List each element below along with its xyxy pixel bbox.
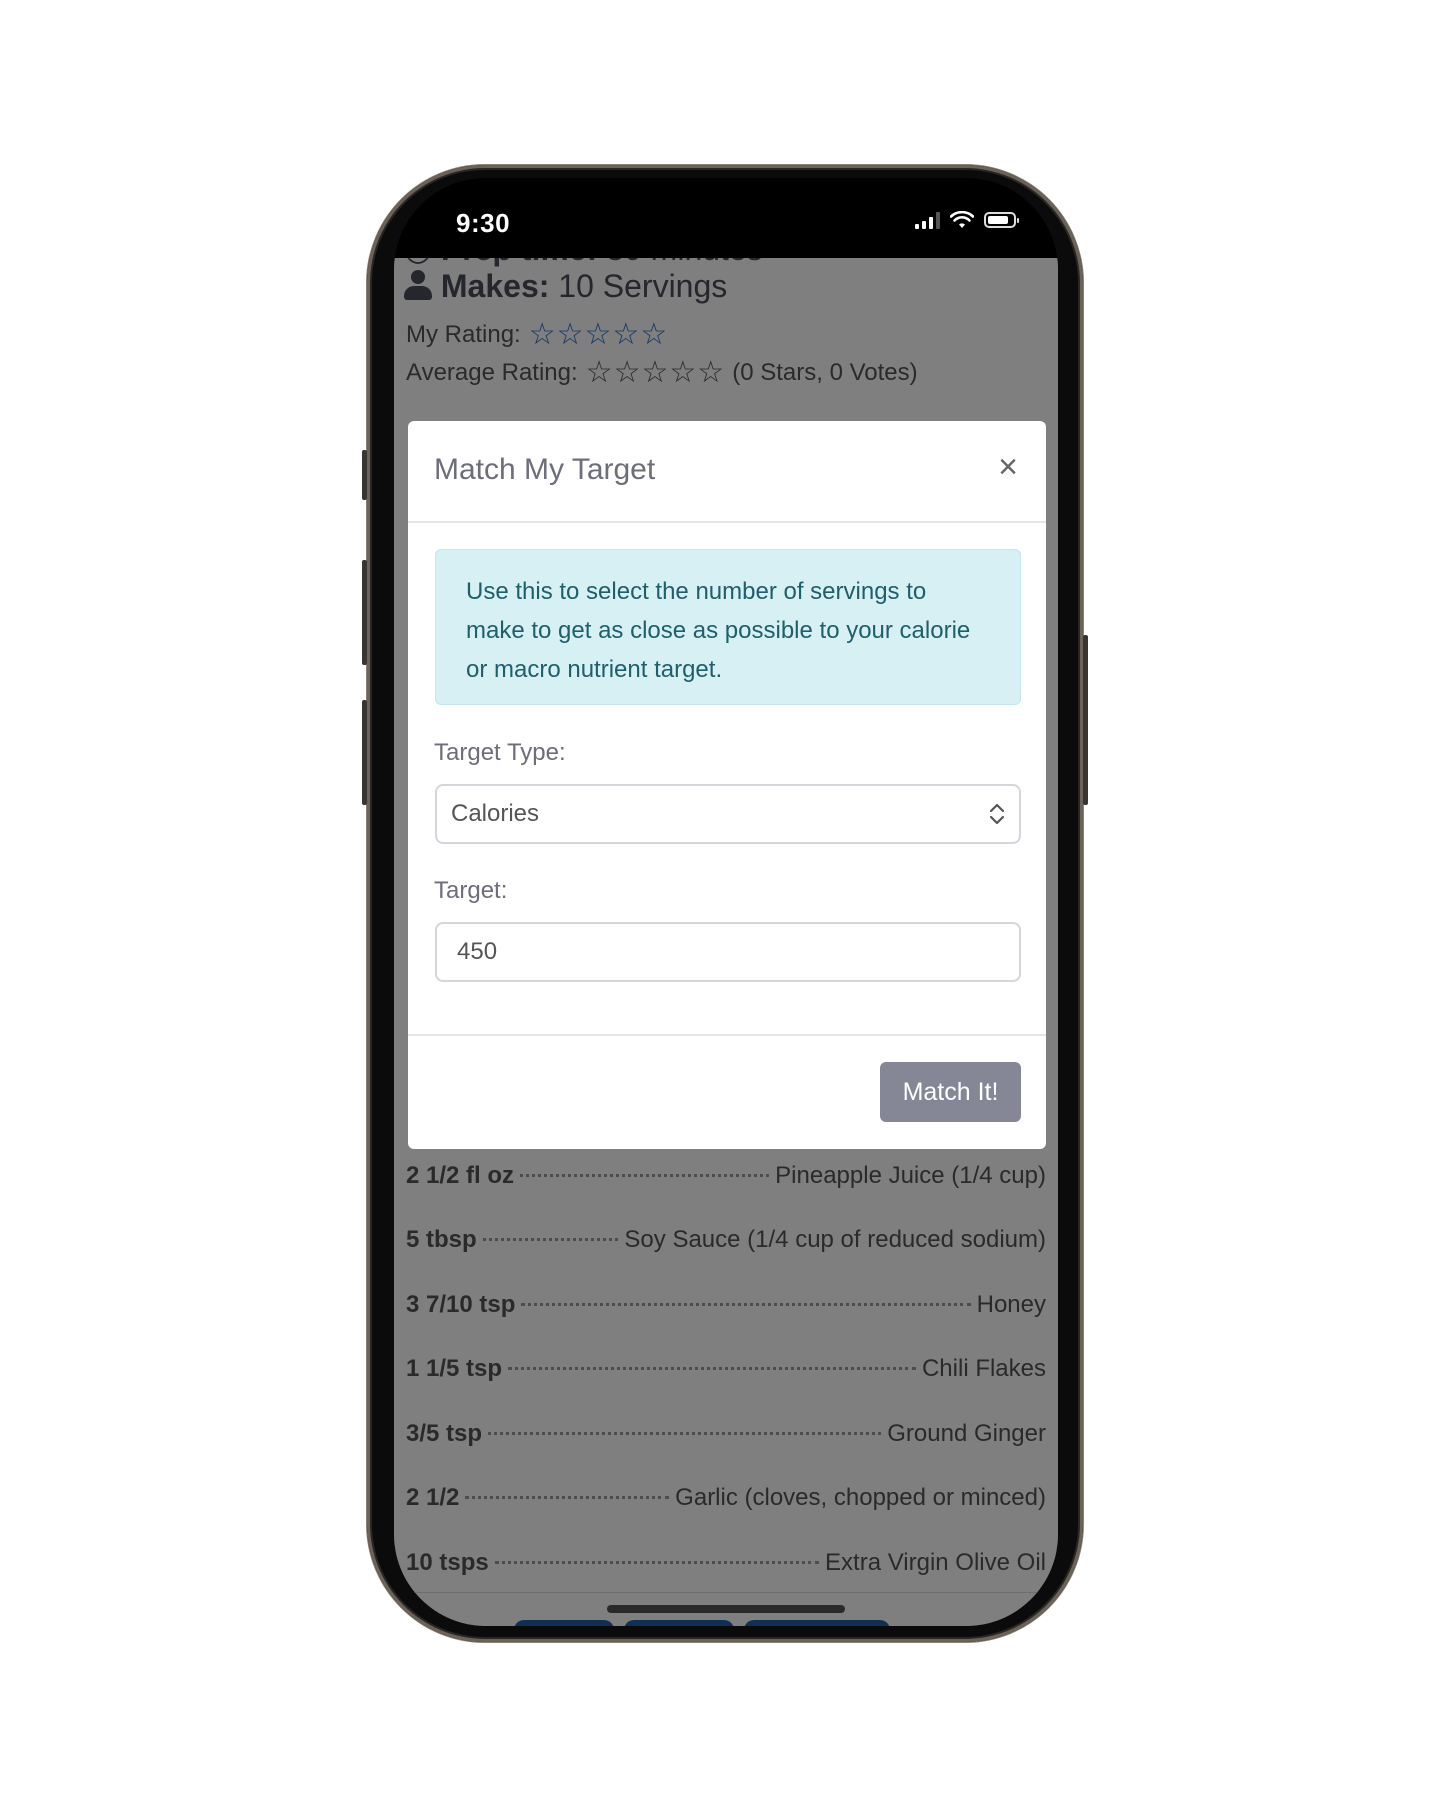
status-icons xyxy=(915,211,1019,229)
info-alert: Use this to select the number of serving… xyxy=(435,549,1021,705)
close-button[interactable]: × xyxy=(990,449,1026,485)
signal-icon xyxy=(915,211,940,229)
match-it-button[interactable]: Match It! xyxy=(880,1062,1021,1122)
close-icon: × xyxy=(998,448,1018,486)
target-type-value: Calories xyxy=(451,800,540,827)
wifi-icon xyxy=(950,211,974,228)
phone-power-button xyxy=(1083,635,1088,805)
chevron-up-down-icon xyxy=(989,803,1005,825)
status-time: 9:30 xyxy=(456,208,511,238)
home-indicator[interactable] xyxy=(607,1605,845,1613)
status-bar: 9:30 xyxy=(394,178,1058,258)
phone-side-button xyxy=(362,450,367,500)
phone-volume-up xyxy=(362,560,367,665)
modal-footer-divider xyxy=(408,1034,1046,1036)
modal-header: Match My Target × xyxy=(408,421,1046,523)
battery-icon xyxy=(984,212,1019,228)
phone-volume-down xyxy=(362,700,367,805)
target-input[interactable] xyxy=(435,922,1021,982)
target-type-label: Target Type: xyxy=(434,739,566,766)
target-type-select[interactable]: Calories xyxy=(435,784,1021,844)
match-target-modal: Match My Target × Use this to select the… xyxy=(408,421,1046,1149)
modal-title: Match My Target xyxy=(434,453,656,486)
target-label: Target: xyxy=(434,877,508,904)
phone-screen: 9:30 ◷ Prep time: 30 minutes Makes: 10 S… xyxy=(394,178,1058,1626)
